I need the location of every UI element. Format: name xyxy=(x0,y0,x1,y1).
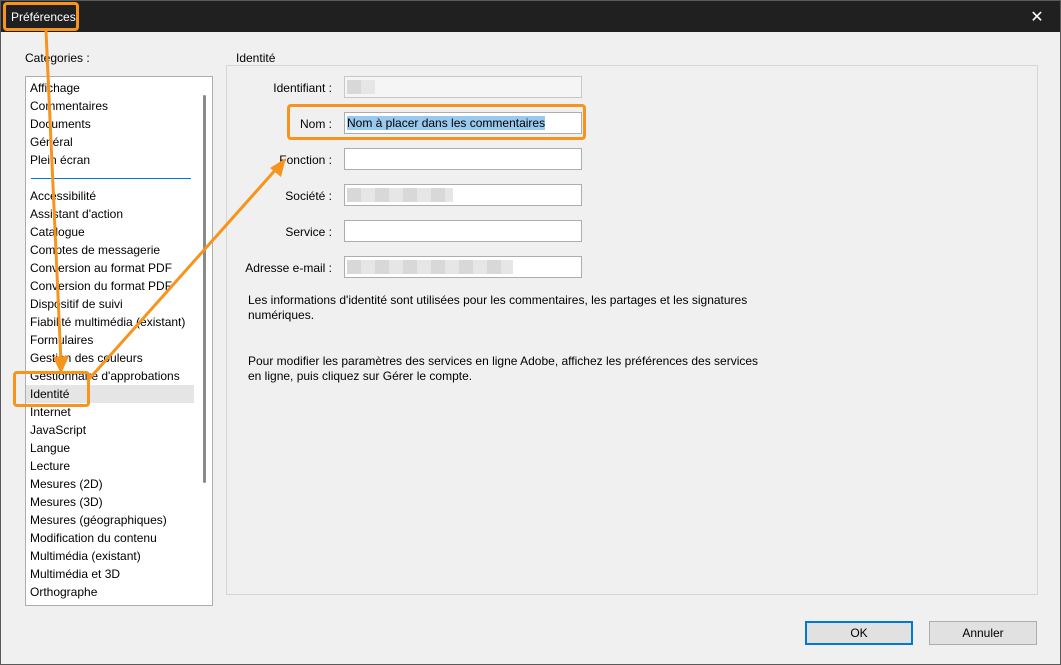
redacted-block xyxy=(347,260,513,274)
identifiant-field xyxy=(344,76,582,98)
category-item[interactable]: Mesures (géographiques) xyxy=(26,511,194,529)
category-item[interactable]: Multimédia (existant) xyxy=(26,547,194,565)
category-item[interactable]: Orthographe xyxy=(26,583,194,601)
category-item[interactable]: Général xyxy=(26,133,194,151)
category-item[interactable]: Formulaires xyxy=(26,331,194,349)
online-services-info-text: Pour modifier les paramètres des service… xyxy=(248,354,759,383)
email-field[interactable] xyxy=(344,256,582,278)
categories-list[interactable]: Affichage Commentaires Documents Général Ple… xyxy=(25,76,213,606)
category-item[interactable]: Identité xyxy=(26,385,194,403)
service-label: Service : xyxy=(285,225,332,239)
service-field[interactable] xyxy=(344,220,582,242)
category-item[interactable]: Catalogue xyxy=(26,223,194,241)
ok-button[interactable]: OK xyxy=(805,621,913,645)
category-item[interactable]: Fiabilité multimédia (existant) xyxy=(26,313,194,331)
category-item[interactable]: Conversion du format PDF xyxy=(26,277,194,295)
identity-group-title: Identité xyxy=(234,51,278,65)
category-item[interactable]: Multimédia et 3D xyxy=(26,565,194,583)
category-item[interactable]: Modification du contenu xyxy=(26,529,194,547)
title-bar: Préférences ✕ xyxy=(1,1,1060,32)
fonction-field[interactable] xyxy=(344,148,582,170)
category-item[interactable]: Internet xyxy=(26,403,194,421)
window-title: Préférences xyxy=(11,10,76,24)
societe-label: Société : xyxy=(285,189,332,203)
nom-value: Nom à placer dans les commentaires xyxy=(347,116,546,130)
email-label: Adresse e-mail : xyxy=(245,261,332,275)
nom-label: Nom : xyxy=(299,117,332,131)
list-scrollbar[interactable] xyxy=(203,95,206,483)
category-item[interactable]: Langue xyxy=(26,439,194,457)
category-item[interactable]: Commentaires xyxy=(26,97,194,115)
category-item[interactable]: Assistant d'action xyxy=(26,205,194,223)
identity-group xyxy=(226,65,1038,595)
redacted-block xyxy=(347,80,375,94)
category-item[interactable]: Mesures (3D) xyxy=(26,493,194,511)
category-item[interactable]: Plein écran xyxy=(26,151,194,169)
preferences-dialog: Préférences ✕ Catégories : Affichage Comm… xyxy=(0,0,1061,665)
category-item[interactable]: Affichage xyxy=(26,79,194,97)
category-item[interactable]: Documents xyxy=(26,115,194,133)
close-icon[interactable]: ✕ xyxy=(1014,1,1060,32)
category-item[interactable]: Lecture xyxy=(26,457,194,475)
category-separator xyxy=(31,178,191,179)
fonction-label: Fonction : xyxy=(279,153,332,167)
cancel-button[interactable]: Annuler xyxy=(929,621,1037,645)
societe-field[interactable] xyxy=(344,184,582,206)
category-item[interactable]: Gestionnaire d'approbations xyxy=(26,367,194,385)
identifiant-label: Identifiant : xyxy=(273,81,332,95)
identity-info-text: Les informations d'identité sont utilisé… xyxy=(248,293,748,322)
redacted-block xyxy=(347,188,453,202)
category-item[interactable]: Comptes de messagerie xyxy=(26,241,194,259)
categories-label: Catégories : xyxy=(25,51,90,65)
category-item[interactable]: JavaScript xyxy=(26,421,194,439)
nom-field[interactable]: Nom à placer dans les commentaires xyxy=(344,112,582,134)
category-item[interactable]: Mesures (2D) xyxy=(26,475,194,493)
category-item[interactable]: Dispositif de suivi xyxy=(26,295,194,313)
category-item[interactable]: Accessibilité xyxy=(26,187,194,205)
category-item[interactable]: Conversion au format PDF xyxy=(26,259,194,277)
category-item[interactable]: Gestion des couleurs xyxy=(26,349,194,367)
